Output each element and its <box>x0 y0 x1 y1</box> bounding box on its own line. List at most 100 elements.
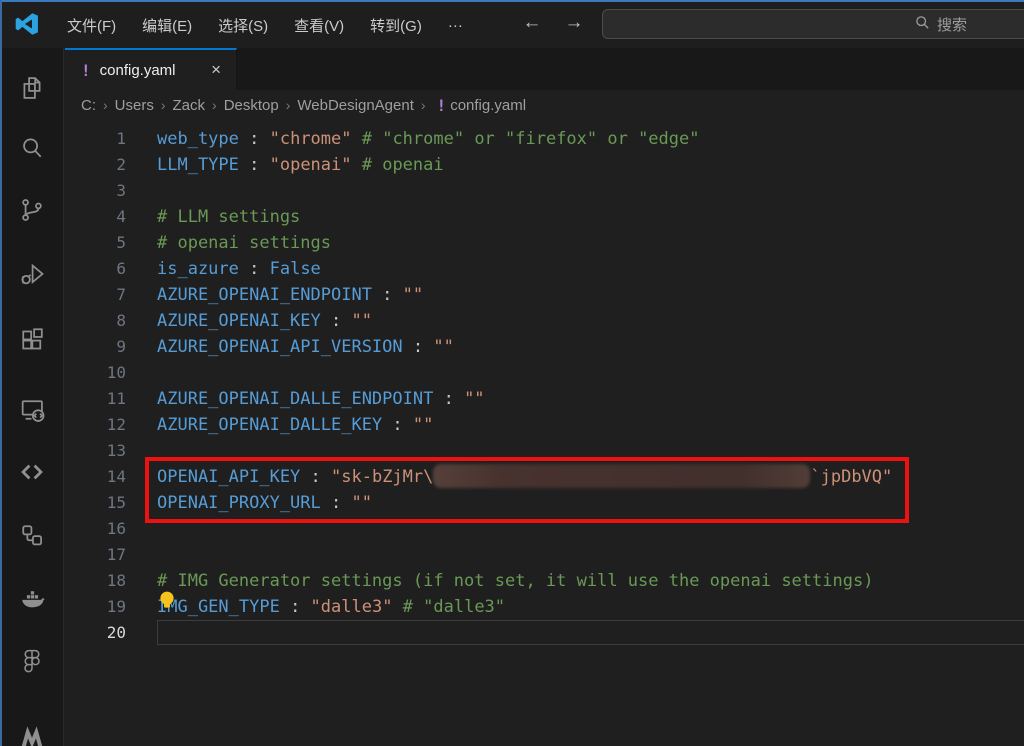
line-number[interactable]: 7 <box>65 282 126 308</box>
line-number[interactable]: 8 <box>65 308 126 334</box>
code-line[interactable]: 18 # IMG Generator settings (if not set, … <box>65 568 1024 594</box>
code-line[interactable]: 4 # LLM settings <box>65 204 1024 230</box>
line-number[interactable]: 5 <box>65 230 126 256</box>
code-line[interactable]: 19 IMG_GEN_TYPE : "dalle3" # "dalle3" <box>65 594 1024 620</box>
breadcrumb-segment-users[interactable]: Users <box>113 97 156 114</box>
code-line[interactable]: 5 # openai settings <box>65 230 1024 256</box>
code-text: AZURE_OPENAI_DALLE_ENDPOINT : "" <box>157 386 485 412</box>
breadcrumb-segment-desktop[interactable]: Desktop <box>222 97 281 114</box>
remote-explorer-icon[interactable] <box>18 396 46 424</box>
lightbulb-icon[interactable] <box>157 590 177 615</box>
line-number[interactable]: 15 <box>65 490 126 516</box>
breadcrumb-separator: › <box>98 97 113 113</box>
activity-bar <box>0 48 64 746</box>
line-number[interactable]: 16 <box>65 516 126 542</box>
code-text: AZURE_OPENAI_ENDPOINT : "" <box>157 282 423 308</box>
breadcrumb-separator: › <box>281 97 296 113</box>
flowchart-icon[interactable] <box>18 521 46 549</box>
tab-label: config.yaml <box>100 62 176 79</box>
breadcrumb-segment-file[interactable]: config.yaml <box>448 97 528 114</box>
line-number[interactable]: 20 <box>65 620 126 646</box>
m-logo-icon[interactable] <box>18 719 46 746</box>
code-text: is_azure : False <box>157 256 321 282</box>
vscode-window: 文件(F) 编辑(E) 选择(S) 查看(V) 转到(G) ··· ← → 搜索 <box>0 0 1024 746</box>
title-bar: 文件(F) 编辑(E) 选择(S) 查看(V) 转到(G) ··· ← → 搜索 <box>0 2 1024 48</box>
docker-icon[interactable] <box>18 584 46 612</box>
command-center-search[interactable]: 搜索 <box>602 9 1024 39</box>
line-number[interactable]: 10 <box>65 360 126 386</box>
tab-close-icon[interactable]: × <box>208 61 224 79</box>
search-content: 搜索 <box>915 14 967 35</box>
code-lines: 1 web_type : "chrome" # "chrome" or "fire… <box>65 126 1024 646</box>
line-number[interactable]: 14 <box>65 464 126 490</box>
annotation-red-box <box>145 457 909 523</box>
line-number[interactable]: 11 <box>65 386 126 412</box>
breadcrumb: C: › Users › Zack › Desktop › WebDesignA… <box>65 90 1024 120</box>
code-text: AZURE_OPENAI_DALLE_KEY : "" <box>157 412 433 438</box>
breadcrumb-yaml-icon: ! <box>437 96 447 115</box>
back-button[interactable]: ← <box>518 9 546 37</box>
code-text: web_type : "chrome" # "chrome" or "firef… <box>157 126 700 152</box>
breadcrumb-separator: › <box>416 97 431 113</box>
tab-config-yaml[interactable]: ! config.yaml × <box>65 48 237 90</box>
code-text: AZURE_OPENAI_API_VERSION : "" <box>157 334 454 360</box>
search-placeholder: 搜索 <box>937 14 967 35</box>
menu-item-more[interactable]: ··· <box>435 12 476 39</box>
menu-item-view[interactable]: 查看(V) <box>281 10 357 41</box>
line-number[interactable]: 17 <box>65 542 126 568</box>
breadcrumb-separator: › <box>207 97 222 113</box>
code-line[interactable]: 9 AZURE_OPENAI_API_VERSION : "" <box>65 334 1024 360</box>
line-number[interactable]: 2 <box>65 152 126 178</box>
code-preview-icon[interactable] <box>18 458 46 486</box>
explorer-icon[interactable] <box>18 74 46 102</box>
menu-item-goto[interactable]: 转到(G) <box>357 10 435 41</box>
run-debug-icon[interactable] <box>18 260 46 288</box>
code-line[interactable]: 11 AZURE_OPENAI_DALLE_ENDPOINT : "" <box>65 386 1024 412</box>
code-text: # LLM settings <box>157 204 300 230</box>
search-sidebar-icon[interactable] <box>18 134 46 162</box>
breadcrumb-segment-webdesignagent[interactable]: WebDesignAgent <box>295 97 415 114</box>
menu-item-file[interactable]: 文件(F) <box>54 10 129 41</box>
code-text: # openai settings <box>157 230 331 256</box>
line-number[interactable]: 12 <box>65 412 126 438</box>
code-line[interactable]: 7 AZURE_OPENAI_ENDPOINT : "" <box>65 282 1024 308</box>
code-text: AZURE_OPENAI_KEY : "" <box>157 308 372 334</box>
editor-pane[interactable]: 1 web_type : "chrome" # "chrome" or "fire… <box>65 120 1024 746</box>
code-line[interactable]: 12 AZURE_OPENAI_DALLE_KEY : "" <box>65 412 1024 438</box>
code-line[interactable]: 3 <box>65 178 1024 204</box>
line-number[interactable]: 4 <box>65 204 126 230</box>
code-line[interactable]: 8 AZURE_OPENAI_KEY : "" <box>65 308 1024 334</box>
menu-item-edit[interactable]: 编辑(E) <box>129 10 205 41</box>
breadcrumb-separator: › <box>156 97 171 113</box>
code-text: LLM_TYPE : "openai" # openai <box>157 152 444 178</box>
source-control-icon[interactable] <box>18 196 46 224</box>
line-number[interactable]: 6 <box>65 256 126 282</box>
breadcrumb-segment-drive[interactable]: C: <box>79 97 98 114</box>
menu-bar: 文件(F) 编辑(E) 选择(S) 查看(V) 转到(G) ··· <box>54 10 476 40</box>
code-text: IMG_GEN_TYPE : "dalle3" # "dalle3" <box>157 594 505 620</box>
vscode-logo-icon[interactable] <box>13 11 39 42</box>
code-line[interactable]: 1 web_type : "chrome" # "chrome" or "fire… <box>65 126 1024 152</box>
yaml-file-icon: ! <box>81 61 91 80</box>
code-text: # IMG Generator settings (if not set, it… <box>157 568 873 594</box>
extensions-icon[interactable] <box>18 326 46 354</box>
window-top-accent-border <box>0 0 1024 2</box>
code-line[interactable]: 6 is_azure : False <box>65 256 1024 282</box>
line-number[interactable]: 18 <box>65 568 126 594</box>
code-line[interactable]: 20 <box>65 620 1024 646</box>
window-left-accent-border <box>0 0 2 746</box>
line-number[interactable]: 3 <box>65 178 126 204</box>
tabs-bar: ! config.yaml × <box>65 48 1024 90</box>
code-line[interactable]: 10 <box>65 360 1024 386</box>
search-icon <box>915 15 930 34</box>
line-number[interactable]: 1 <box>65 126 126 152</box>
figma-icon[interactable] <box>18 646 46 674</box>
code-line[interactable]: 2 LLM_TYPE : "openai" # openai <box>65 152 1024 178</box>
forward-button[interactable]: → <box>560 9 588 37</box>
line-number[interactable]: 9 <box>65 334 126 360</box>
line-number[interactable]: 13 <box>65 438 126 464</box>
breadcrumb-segment-zack[interactable]: Zack <box>171 97 208 114</box>
line-number[interactable]: 19 <box>65 594 126 620</box>
menu-item-selection[interactable]: 选择(S) <box>205 10 281 41</box>
code-line[interactable]: 17 <box>65 542 1024 568</box>
